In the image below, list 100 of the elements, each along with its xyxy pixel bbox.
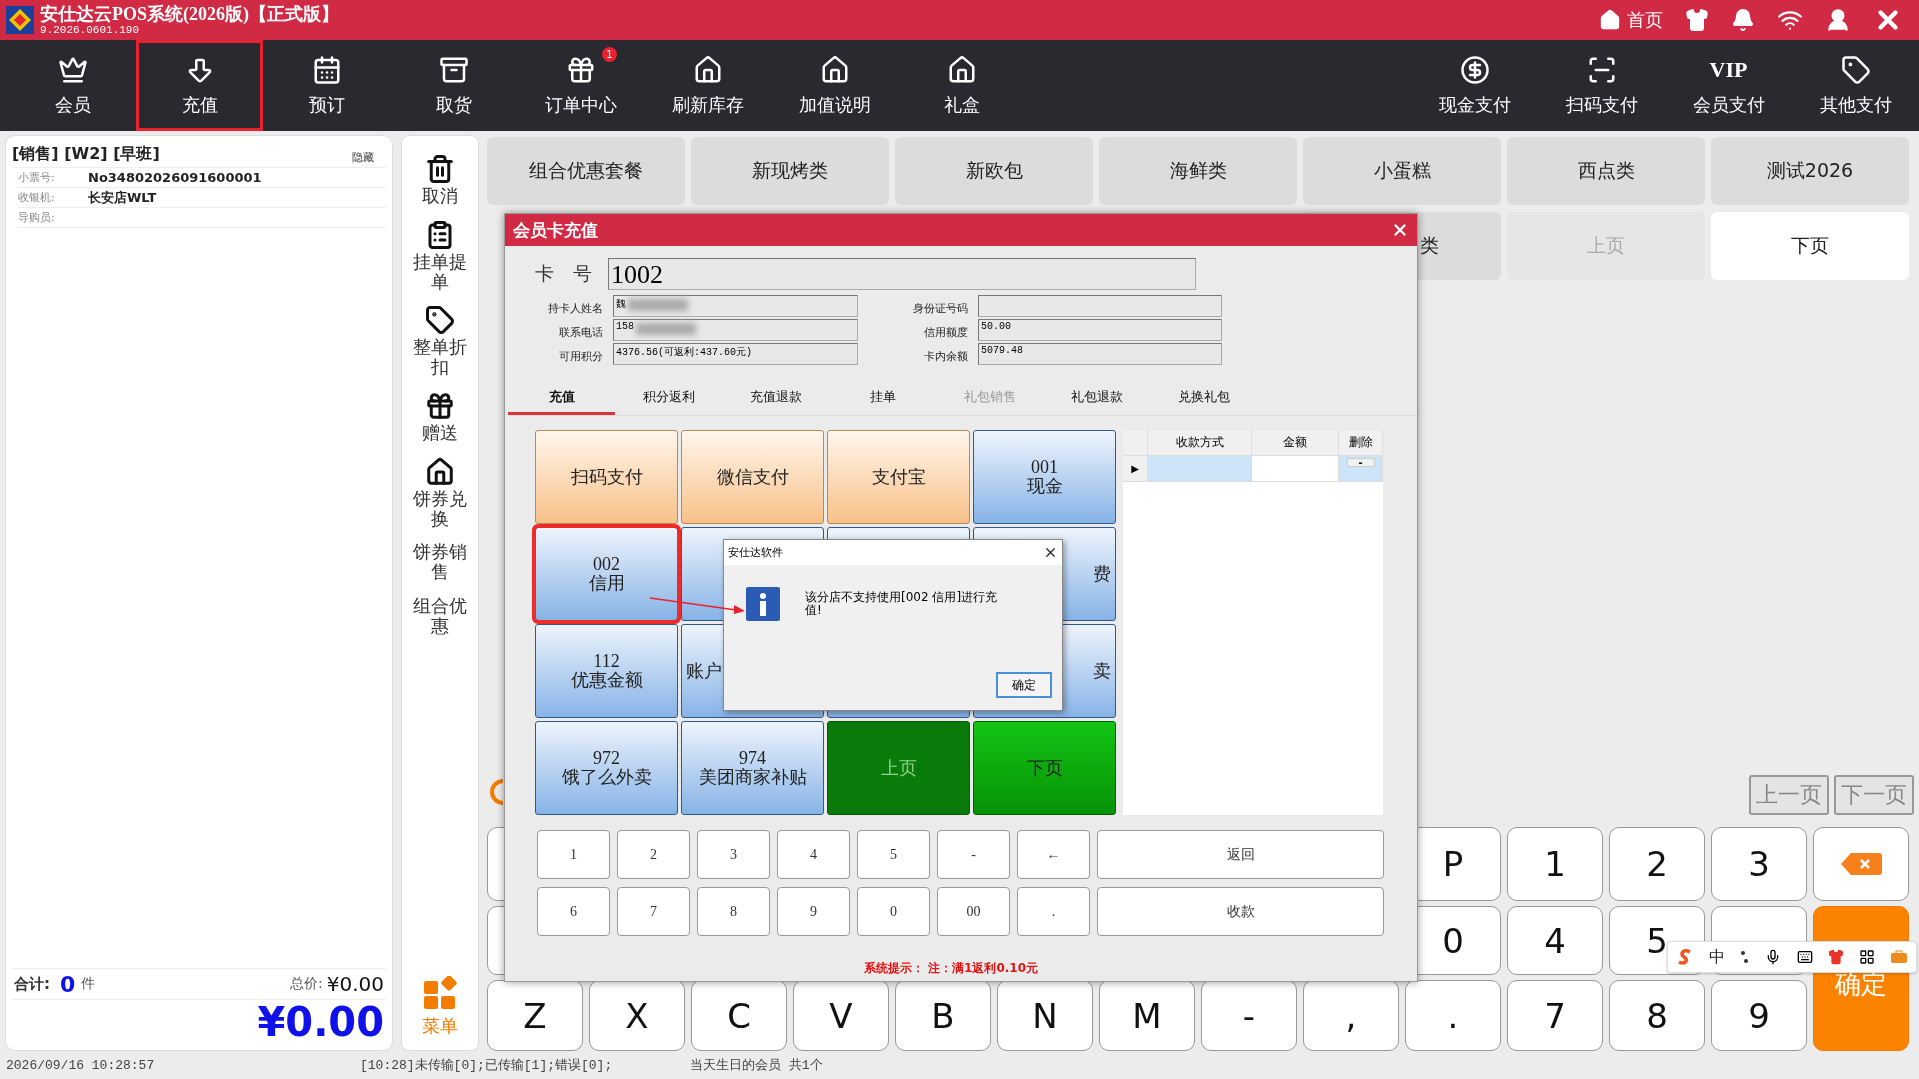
payment-button[interactable]: 其他支付 [1792,40,1919,131]
toolbar-button[interactable]: 礼盒 [898,40,1025,131]
action-button[interactable]: 组合优惠 [410,595,470,636]
toolbar-button[interactable]: 订单中心 1 [517,40,644,131]
keyboard-key[interactable]: 7 [1507,980,1603,1051]
text-field[interactable]: 50.00 [978,319,1222,341]
keyboard-key[interactable]: B [895,980,991,1051]
tab[interactable]: 充值 [508,381,615,415]
keyboard-key[interactable]: M [1099,980,1195,1051]
tender-button[interactable]: 112 优惠金额 [535,624,678,718]
tab[interactable]: 挂单 [829,381,936,415]
category-button[interactable]: 海鲜类 [1099,137,1297,205]
toolbar-button[interactable]: 加值说明 [771,40,898,131]
logo-icon [1675,948,1694,966]
action-button[interactable]: 挂单提单 [410,219,470,292]
payment-button[interactable]: 现金支付 [1411,40,1538,131]
tender-button[interactable]: 下页 [973,721,1116,815]
tender-button[interactable]: 972 饿了么外卖 [535,721,678,815]
bell-icon[interactable] [1731,8,1755,32]
tender-button[interactable]: 002 信用 [535,527,678,621]
order-header: [销售] [W2] [早班] [12,144,160,165]
text-field[interactable]: 4376.56(可返利:437.60元) [613,343,858,365]
datetime-text: 2026/09/16 10:28:57 [6,1057,156,1073]
keyboard-key[interactable]: 3 [1711,827,1807,901]
keyboard-key[interactable]: C [691,980,787,1051]
user-icon[interactable] [1825,7,1851,33]
category-button[interactable]: 组合优惠套餐 [487,137,685,205]
text-field[interactable] [978,295,1222,317]
category-button[interactable]: 西点类 [1507,137,1705,205]
category-button[interactable]: 新欧包 [895,137,1093,205]
tab[interactable]: 兑换礼包 [1150,381,1257,415]
input-mode[interactable]: 中 [1708,946,1725,968]
card-number-field[interactable]: 1002 [608,258,1196,290]
category-button[interactable]: 小蛋糕 [1303,137,1501,205]
tender-button[interactable]: 扫码支付 [535,430,678,524]
toolbar-button[interactable]: 预订 [263,40,390,131]
keyboard-key[interactable]: - [1201,980,1297,1051]
tender-button[interactable]: 001 现金 [973,430,1116,524]
text-field[interactable]: 魏 [613,295,858,317]
field-label: 持卡人姓名 [547,301,603,317]
backspace-key[interactable] [1813,827,1909,901]
keyboard-key[interactable]: 8 [1609,980,1705,1051]
category-button[interactable]: 测试2026 [1711,137,1909,205]
keyboard-key[interactable]: , [1303,980,1399,1051]
tender-button[interactable]: 支付宝 [827,430,970,524]
text-field[interactable]: 158 [613,319,858,341]
number-key[interactable]: 9 [777,887,850,936]
keyboard-key[interactable]: 9 [1711,980,1807,1051]
house-icon [946,54,977,85]
close-button[interactable] [1043,545,1058,560]
action-button[interactable]: 饼券销售 [410,542,470,582]
number-key[interactable]: 00 [937,887,1010,936]
tender-button[interactable]: 微信支付 [681,430,824,524]
payment-button[interactable]: VIP 会员支付 [1665,40,1792,131]
keyboard-key[interactable]: . [1405,980,1501,1051]
number-key[interactable]: 7 [617,887,690,936]
shirt-icon[interactable] [1685,8,1709,32]
number-key[interactable]: 5 [857,830,930,879]
number-key[interactable]: 8 [697,887,770,936]
category-button[interactable]: 新现烤类 [691,137,889,205]
action-key[interactable]: 返回 [1097,830,1384,879]
payment-button[interactable]: 扫码支付 [1538,40,1665,131]
toolbar-button[interactable]: 会员 [9,40,136,131]
keyboard-key[interactable]: N [997,980,1093,1051]
action-button[interactable]: 饼券兑换 [410,456,470,529]
number-key[interactable]: 0 [857,887,930,936]
number-key[interactable]: 3 [697,830,770,879]
number-key[interactable]: ← [1017,830,1090,879]
category-button[interactable]: 下页 [1711,212,1909,280]
text-field[interactable]: 5079.48 [978,343,1222,365]
number-key[interactable]: 2 [617,830,690,879]
ok-button[interactable]: 确定 [996,672,1052,698]
message-title: 安仕达软件 [728,545,783,560]
number-key[interactable]: - [937,830,1010,879]
action-button[interactable]: 整单折扣 [410,305,470,377]
number-key[interactable]: . [1017,887,1090,936]
toolbar-button[interactable]: 取货 [390,40,517,131]
action-button[interactable]: 赠送 [410,391,470,443]
home-link[interactable]: 首页 [1599,8,1663,32]
toolbar-button[interactable]: 刷新库存 [644,40,771,131]
tab[interactable]: 积分返利 [615,381,722,415]
ring-icon [490,778,504,806]
keyboard-key[interactable]: X [589,980,685,1051]
keyboard-key[interactable]: 2 [1609,827,1705,901]
hide-link[interactable]: 隐藏 [352,150,374,165]
delete-button[interactable]: - [1346,458,1375,467]
keyboard-key[interactable]: Z [487,980,583,1051]
toolbar-button[interactable]: 充值 [136,40,263,131]
action-key[interactable]: 收款 [1097,887,1384,936]
tender-button[interactable]: 974 美团商家补贴 [681,721,824,815]
keyboard-key[interactable]: 1 [1507,827,1603,901]
field-label: 信用额度 [923,325,968,341]
tab[interactable]: 充值退款 [722,381,829,415]
number-key[interactable]: 6 [537,887,610,936]
keyboard-key[interactable]: 4 [1507,906,1603,975]
tab[interactable]: 礼包退款 [1043,381,1150,415]
keyboard-key[interactable]: V [793,980,889,1051]
number-key[interactable]: 1 [537,830,610,879]
action-button[interactable]: 取消 [410,154,470,206]
number-key[interactable]: 4 [777,830,850,879]
